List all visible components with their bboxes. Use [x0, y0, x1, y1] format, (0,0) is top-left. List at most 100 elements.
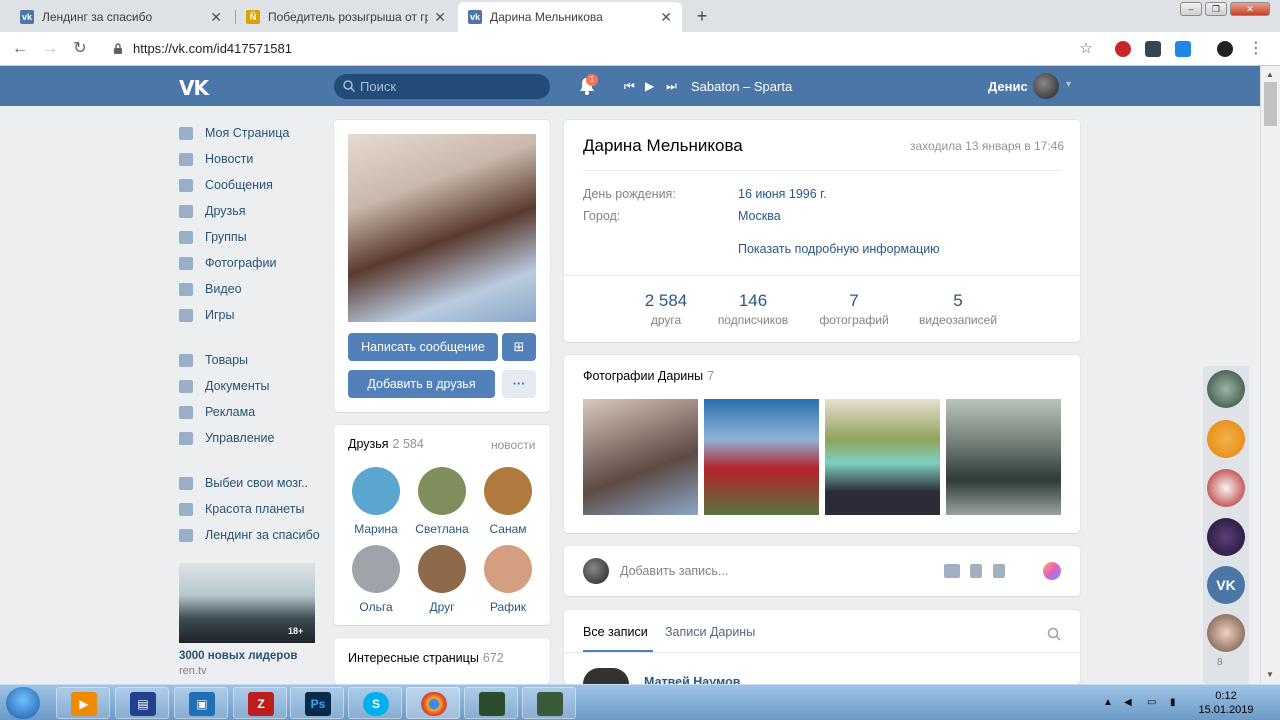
city-value[interactable]: Москва [738, 209, 781, 223]
taskbar-app[interactable]: S [348, 687, 402, 719]
scroll-up-icon[interactable]: ▲ [1266, 70, 1274, 79]
friends-title[interactable]: Друзья 2 584 [348, 437, 424, 451]
forward-icon[interactable]: → [40, 39, 60, 59]
reload-icon[interactable]: ↻ [70, 39, 90, 59]
start-button[interactable] [6, 687, 40, 719]
graffiti-icon[interactable] [1043, 562, 1061, 580]
tab-close-icon[interactable]: ✕ [210, 9, 222, 26]
nav-item-documents[interactable]: Документы [179, 375, 329, 397]
new-tab-button[interactable]: + [692, 7, 712, 27]
nav-item-groups[interactable]: Группы [179, 226, 329, 248]
header-user-name[interactable]: Денис [988, 79, 1028, 94]
ad-title[interactable]: 3000 новых лидеров [179, 650, 297, 662]
photo-1[interactable] [583, 399, 698, 515]
scroll-down-icon[interactable]: ▼ [1266, 670, 1274, 679]
taskbar-app[interactable]: ▣ [174, 687, 228, 719]
next-track-icon[interactable]: ⏭ [666, 79, 677, 94]
page-scrollbar[interactable]: ▲ ▼ [1260, 66, 1280, 684]
search-box[interactable] [334, 74, 550, 99]
minimize-button[interactable]: ‒ [1180, 2, 1202, 16]
friends-news-link[interactable]: новости [491, 438, 535, 452]
dock-chat-avatar[interactable] [1207, 614, 1245, 652]
friend-item[interactable]: Рафик [478, 545, 538, 614]
nav-item-community-3[interactable]: Лендинг за спасибо [179, 524, 329, 546]
stat-followers[interactable]: 146 подписчиков [698, 291, 808, 327]
tray-arrow-icon[interactable]: ▲ [1103, 697, 1115, 709]
search-input[interactable] [360, 74, 540, 99]
play-icon[interactable]: ▶ [645, 79, 654, 93]
nav-item-community-1[interactable]: Выбеи свои мозг.. [179, 472, 329, 494]
music-icon[interactable] [993, 564, 1005, 578]
friend-item[interactable]: Светлана [412, 467, 472, 536]
photos-title[interactable]: Фотографии Дарины 7 [583, 369, 714, 383]
camera-icon[interactable] [944, 564, 960, 578]
dock-chat-avatar[interactable] [1207, 518, 1245, 556]
device-icon[interactable]: ▭ [1147, 697, 1159, 709]
taskbar-app[interactable]: Z [233, 687, 287, 719]
nav-item-community-2[interactable]: Красота планеты [179, 498, 329, 520]
network-icon[interactable]: ▮ [1170, 697, 1182, 709]
nav-item-games[interactable]: Игры [179, 304, 329, 326]
dock-chat-avatar[interactable] [1207, 469, 1245, 507]
nav-item-photos[interactable]: Фотографии [179, 252, 329, 274]
friend-item[interactable]: Санам [478, 467, 538, 536]
close-window-button[interactable]: ✕ [1230, 2, 1270, 16]
add-friend-button[interactable]: Добавить в друзья [348, 370, 495, 398]
photo-3[interactable] [825, 399, 940, 515]
wall-search-icon[interactable] [1047, 627, 1061, 641]
taskbar-app[interactable]: ▤ [115, 687, 169, 719]
dock-chat-avatar[interactable] [1207, 420, 1245, 458]
add-post-input[interactable]: Добавить запись... [620, 564, 728, 578]
wall-post-avatar[interactable] [583, 668, 629, 684]
tab-close-icon[interactable]: ✕ [660, 9, 672, 26]
nav-item-goods[interactable]: Товары [179, 349, 329, 371]
extension-icon[interactable] [1115, 41, 1131, 57]
browser-tab-active[interactable]: vk Дарина Мельникова ✕ [458, 2, 682, 32]
nav-item-news[interactable]: Новости [179, 148, 329, 170]
browser-tab-2[interactable]: Ñ Победитель розыгрыша от гру ✕ [236, 2, 456, 32]
birthday-value[interactable]: 16 июня 1996 г. [738, 187, 827, 201]
scrollbar-thumb[interactable] [1264, 82, 1277, 126]
nav-item-messages[interactable]: Сообщения [179, 174, 329, 196]
nav-item-video[interactable]: Видео [179, 278, 329, 300]
bookmark-star-icon[interactable]: ☆ [1076, 39, 1096, 59]
prev-track-icon[interactable]: ⏮ [624, 79, 635, 94]
stat-videos[interactable]: 5 видеозаписей [903, 291, 1013, 327]
photo-4[interactable] [946, 399, 1061, 515]
gift-icon[interactable]: ⊞ [502, 333, 536, 361]
dock-chat-avatar[interactable] [1207, 370, 1245, 408]
vk-logo[interactable]: VK [179, 76, 209, 100]
show-more-info-link[interactable]: Показать подробную информацию [738, 242, 940, 256]
maximize-button[interactable]: ❐ [1205, 2, 1227, 16]
browser-tab-1[interactable]: vk Лендинг за спасибо ✕ [10, 2, 232, 32]
extension-icon[interactable] [1145, 41, 1161, 57]
header-avatar[interactable] [1033, 73, 1059, 99]
nav-item-friends[interactable]: Друзья [179, 200, 329, 222]
friend-item[interactable]: Друг [412, 545, 472, 614]
video-icon[interactable] [970, 564, 982, 578]
taskbar-clock[interactable]: 0:12 15.01.2019 [1198, 689, 1254, 717]
more-actions-button[interactable]: ··· [502, 370, 536, 398]
profile-photo[interactable] [348, 134, 536, 322]
vk-logo-icon[interactable]: VK [1207, 566, 1245, 604]
volume-icon[interactable]: ◀ [1124, 697, 1136, 709]
taskbar-app[interactable] [464, 687, 518, 719]
send-message-button[interactable]: Написать сообщение [348, 333, 498, 361]
back-icon[interactable]: ← [10, 39, 30, 59]
tab-owner-posts[interactable]: Записи Дарины [665, 625, 755, 639]
taskbar-app-active[interactable] [406, 687, 460, 719]
friend-item[interactable]: Ольга [346, 545, 406, 614]
current-track[interactable]: Sabaton – Sparta [691, 79, 792, 94]
tab-all-posts[interactable]: Все записи [583, 625, 648, 639]
friend-item[interactable]: Марина [346, 467, 406, 536]
taskbar-app[interactable]: Ps [290, 687, 344, 719]
nav-item-my-page[interactable]: Моя Страница [179, 122, 329, 144]
stat-photos[interactable]: 7 фотографий [799, 291, 909, 327]
nav-item-ads[interactable]: Реклама [179, 401, 329, 423]
interesting-pages-title[interactable]: Интересные страницы 672 [348, 651, 504, 665]
taskbar-app[interactable]: ▶ [56, 687, 110, 719]
taskbar-app[interactable] [522, 687, 576, 719]
chevron-down-icon[interactable]: ▼ [1064, 79, 1073, 89]
browser-menu-icon[interactable]: ⋮ [1246, 39, 1266, 59]
nav-item-manage[interactable]: Управление [179, 427, 329, 449]
